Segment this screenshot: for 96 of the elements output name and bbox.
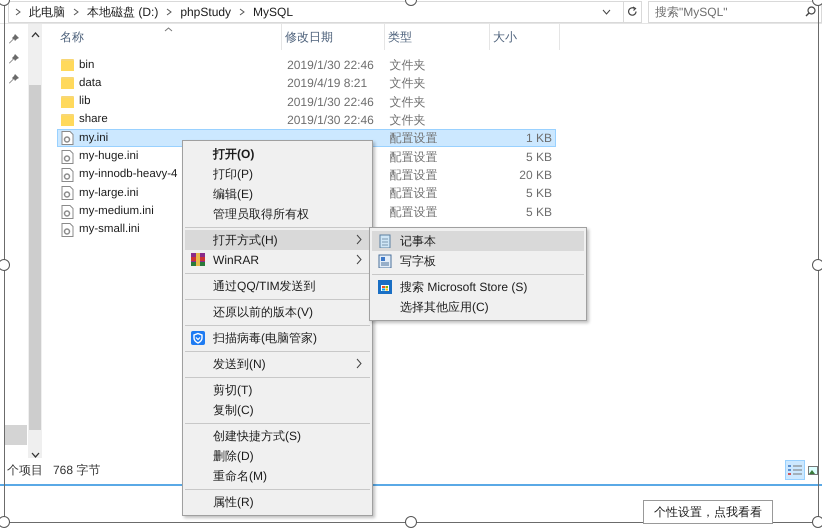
- size-cell: 5 KB: [526, 150, 552, 164]
- search-icon: [805, 6, 816, 16]
- type-cell: 配置设置: [390, 131, 438, 146]
- file-name: share: [79, 112, 108, 128]
- menu-item[interactable]: WinRAR: [185, 250, 370, 270]
- date-cell: 2019/1/30 22:46: [287, 94, 374, 109]
- type-cell: 文件夹: [390, 58, 426, 72]
- breadcrumb-item[interactable]: MySQL: [253, 2, 294, 20]
- resize-handle[interactable]: [812, 259, 822, 271]
- resize-handle[interactable]: [405, 516, 417, 528]
- sort-caret-icon: [164, 27, 173, 32]
- folder-icon: [61, 94, 74, 109]
- menu-item[interactable]: 重命名(M): [185, 466, 370, 486]
- notepad-icon: [378, 234, 392, 248]
- details-view-icon: [788, 464, 802, 476]
- menu-item[interactable]: 还原以前的版本(V): [185, 302, 370, 322]
- folder-icon: [61, 76, 74, 90]
- column-header[interactable]: 大小: [490, 24, 560, 50]
- size-cell: 5 KB: [526, 204, 552, 219]
- menu-item[interactable]: 记事本: [372, 231, 584, 251]
- document-icon: [378, 254, 392, 268]
- file-name: lib: [79, 94, 91, 110]
- file-name: my-innodb-heavy-4: [79, 167, 178, 182]
- resize-handle[interactable]: [0, 516, 10, 528]
- menu-item[interactable]: 通过QQ/TIM发送到: [185, 276, 370, 296]
- chevron-right-icon: [15, 8, 21, 16]
- chevron-right-icon: [239, 8, 246, 16]
- nav-selection: [5, 425, 27, 445]
- settings-file-icon: [61, 168, 74, 182]
- archive-icon: [191, 253, 205, 267]
- settings-file-icon: [61, 150, 74, 164]
- resize-handle[interactable]: [812, 516, 822, 528]
- file-name: my-small.ini: [79, 222, 140, 238]
- menu-item[interactable]: 创建快捷方式(S): [185, 426, 370, 446]
- menu-item[interactable]: 打开方式(H): [185, 230, 370, 250]
- folder-icon: [61, 58, 74, 72]
- type-cell: 配置设置: [390, 204, 438, 219]
- refresh-icon: [627, 6, 638, 17]
- menu-item[interactable]: 编辑(E): [185, 184, 370, 204]
- pin-icon: [9, 34, 19, 44]
- column-header[interactable]: 类型: [385, 24, 490, 50]
- status-text: 个项目: [6, 462, 43, 479]
- scroll-down-icon: [30, 452, 40, 458]
- file-name: my-medium.ini: [79, 204, 154, 219]
- settings-file-icon: [61, 204, 74, 219]
- store-icon: [378, 280, 392, 294]
- resize-handle[interactable]: [0, 259, 10, 271]
- column-header[interactable]: 名称: [57, 24, 282, 50]
- file-name: bin: [79, 58, 94, 73]
- menu-item[interactable]: 选择其他应用(C): [372, 297, 584, 317]
- type-cell: 配置设置: [390, 150, 438, 164]
- settings-file-icon: [61, 131, 74, 146]
- type-cell: 配置设置: [390, 168, 438, 182]
- column-header[interactable]: 修改日期: [282, 24, 385, 50]
- chevron-right-icon: [73, 8, 79, 16]
- menu-item[interactable]: 写字板: [372, 251, 584, 271]
- breadcrumb-item[interactable]: phpStudy: [180, 2, 232, 20]
- menu-item[interactable]: 删除(D): [185, 446, 370, 466]
- file-name: data: [79, 76, 102, 91]
- file-name: my-huge.ini: [79, 149, 138, 164]
- menu-item[interactable]: 管理员取得所有权: [185, 204, 370, 224]
- menu-item[interactable]: 搜索 Microsoft Store (S): [372, 277, 584, 297]
- menu-item[interactable]: 属性(R): [185, 492, 370, 512]
- menu-item[interactable]: 扫描病毒(电脑管家): [185, 328, 370, 348]
- breadcrumb-item[interactable]: 本地磁盘 (D:): [87, 2, 158, 20]
- status-text: 768 字节: [53, 462, 100, 479]
- menu-item[interactable]: 剪切(T): [185, 380, 370, 400]
- chevron-right-icon: [166, 8, 172, 16]
- type-cell: 配置设置: [390, 186, 438, 200]
- settings-file-icon: [61, 222, 74, 237]
- folder-icon: [61, 113, 74, 128]
- size-cell: 1 KB: [526, 131, 552, 146]
- search-field[interactable]: 搜索"MySQL": [648, 0, 822, 22]
- tooltip: 个性设置，点我看看: [643, 500, 773, 524]
- scrollbar-thumb[interactable]: [29, 84, 41, 430]
- type-cell: 文件夹: [390, 113, 426, 128]
- scroll-up-icon: [30, 32, 40, 38]
- pin-icon: [9, 74, 19, 84]
- breadcrumb-item[interactable]: 此电脑: [29, 2, 65, 20]
- menu-item[interactable]: 发送到(N): [185, 354, 370, 374]
- type-cell: 文件夹: [390, 76, 426, 90]
- date-cell: 2019/1/30 22:46: [287, 58, 374, 72]
- menu-item[interactable]: 复制(C): [185, 400, 370, 420]
- settings-file-icon: [61, 186, 74, 200]
- menu-item[interactable]: 打印(P): [185, 164, 370, 184]
- size-cell: 20 KB: [519, 168, 552, 182]
- pin-icon: [9, 54, 19, 64]
- size-cell: 5 KB: [526, 186, 552, 200]
- file-name: my.ini: [79, 130, 108, 146]
- type-cell: 文件夹: [390, 94, 426, 109]
- file-name: my-large.ini: [79, 186, 138, 201]
- date-cell: 2019/4/19 8:21: [287, 76, 368, 90]
- shield-icon: [191, 331, 205, 345]
- date-cell: 2019/1/30 22:46: [287, 113, 374, 128]
- dropdown-icon: [602, 8, 611, 14]
- details-view-button[interactable]: [785, 460, 805, 480]
